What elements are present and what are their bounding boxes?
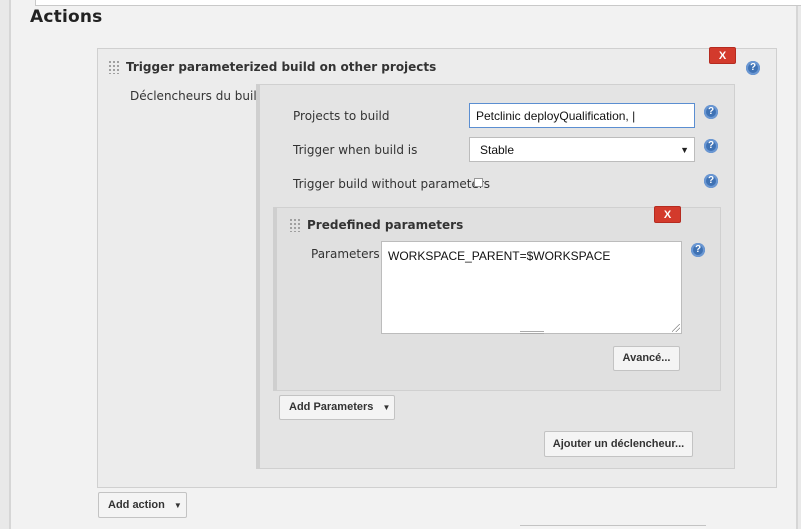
- projects-to-build-value: Petclinic deployQualification, |: [476, 109, 636, 123]
- next-section-edge: [520, 525, 706, 529]
- resize-grip-icon[interactable]: [520, 331, 544, 334]
- block-left-bar: [273, 207, 277, 391]
- chevron-down-icon: ▼: [680, 145, 689, 155]
- parameters-textarea[interactable]: WORKSPACE_PARENT=$WORKSPACE: [381, 241, 682, 334]
- without-params-label: Trigger build without parameters: [293, 177, 491, 191]
- add-parameters-button[interactable]: Add Parameters ▼: [279, 395, 395, 420]
- parameters-label: Parameters: [311, 247, 380, 261]
- chevron-down-icon: ▼: [382, 403, 391, 412]
- help-icon[interactable]: ?: [691, 243, 705, 257]
- chevron-down-icon: ▼: [173, 501, 182, 510]
- projects-to-build-label: Projects to build: [293, 109, 390, 123]
- add-action-button[interactable]: Add action ▼: [98, 492, 187, 518]
- drag-handle-icon[interactable]: [108, 60, 119, 74]
- block-left-bar: [256, 84, 260, 469]
- advanced-button[interactable]: Avancé...: [613, 346, 680, 371]
- delete-predefined-button[interactable]: X: [654, 206, 681, 223]
- top-divider: [35, 0, 801, 6]
- build-triggers-label: Déclencheurs du build: [130, 89, 265, 103]
- help-icon[interactable]: ?: [746, 61, 760, 75]
- projects-to-build-input[interactable]: Petclinic deployQualification, |: [469, 103, 695, 128]
- add-trigger-button[interactable]: Ajouter un déclencheur...: [544, 431, 693, 457]
- delete-trigger-button[interactable]: X: [709, 47, 736, 64]
- trigger-panel-title: Trigger parameterized build on other pro…: [126, 60, 437, 74]
- trigger-when-select[interactable]: Stable ▼: [469, 137, 695, 162]
- section-title: Actions: [30, 7, 103, 27]
- help-icon[interactable]: ?: [704, 174, 718, 188]
- drag-handle-icon[interactable]: [289, 218, 300, 232]
- help-icon[interactable]: ?: [704, 105, 718, 119]
- add-parameters-label: Add Parameters: [289, 401, 374, 413]
- resize-handle-icon[interactable]: [672, 324, 680, 332]
- add-action-label: Add action: [108, 499, 165, 511]
- predefined-parameters-title: Predefined parameters: [307, 218, 464, 232]
- trigger-when-label: Trigger when build is: [293, 143, 418, 157]
- trigger-when-value: Stable: [480, 143, 515, 157]
- parameters-value: WORKSPACE_PARENT=$WORKSPACE: [388, 249, 611, 263]
- help-icon[interactable]: ?: [704, 139, 718, 153]
- without-params-checkbox[interactable]: [474, 178, 483, 187]
